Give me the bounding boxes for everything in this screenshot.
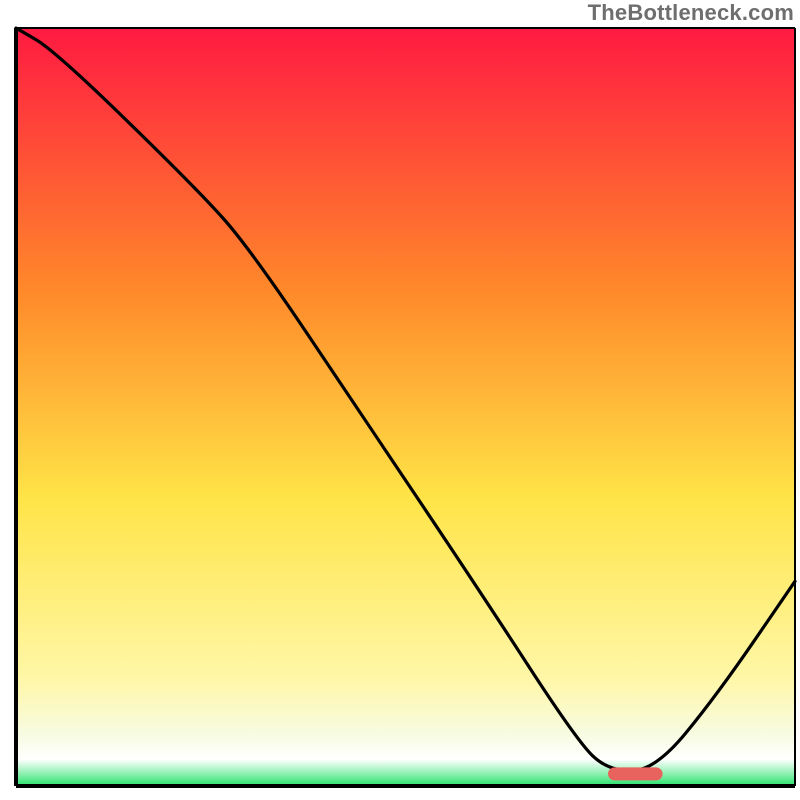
bottleneck-chart xyxy=(0,0,800,800)
chart-stage: { "watermark": "TheBottleneck.com", "col… xyxy=(0,0,800,800)
optimal-range-marker xyxy=(608,767,663,780)
chart-gradient-background xyxy=(16,28,795,786)
